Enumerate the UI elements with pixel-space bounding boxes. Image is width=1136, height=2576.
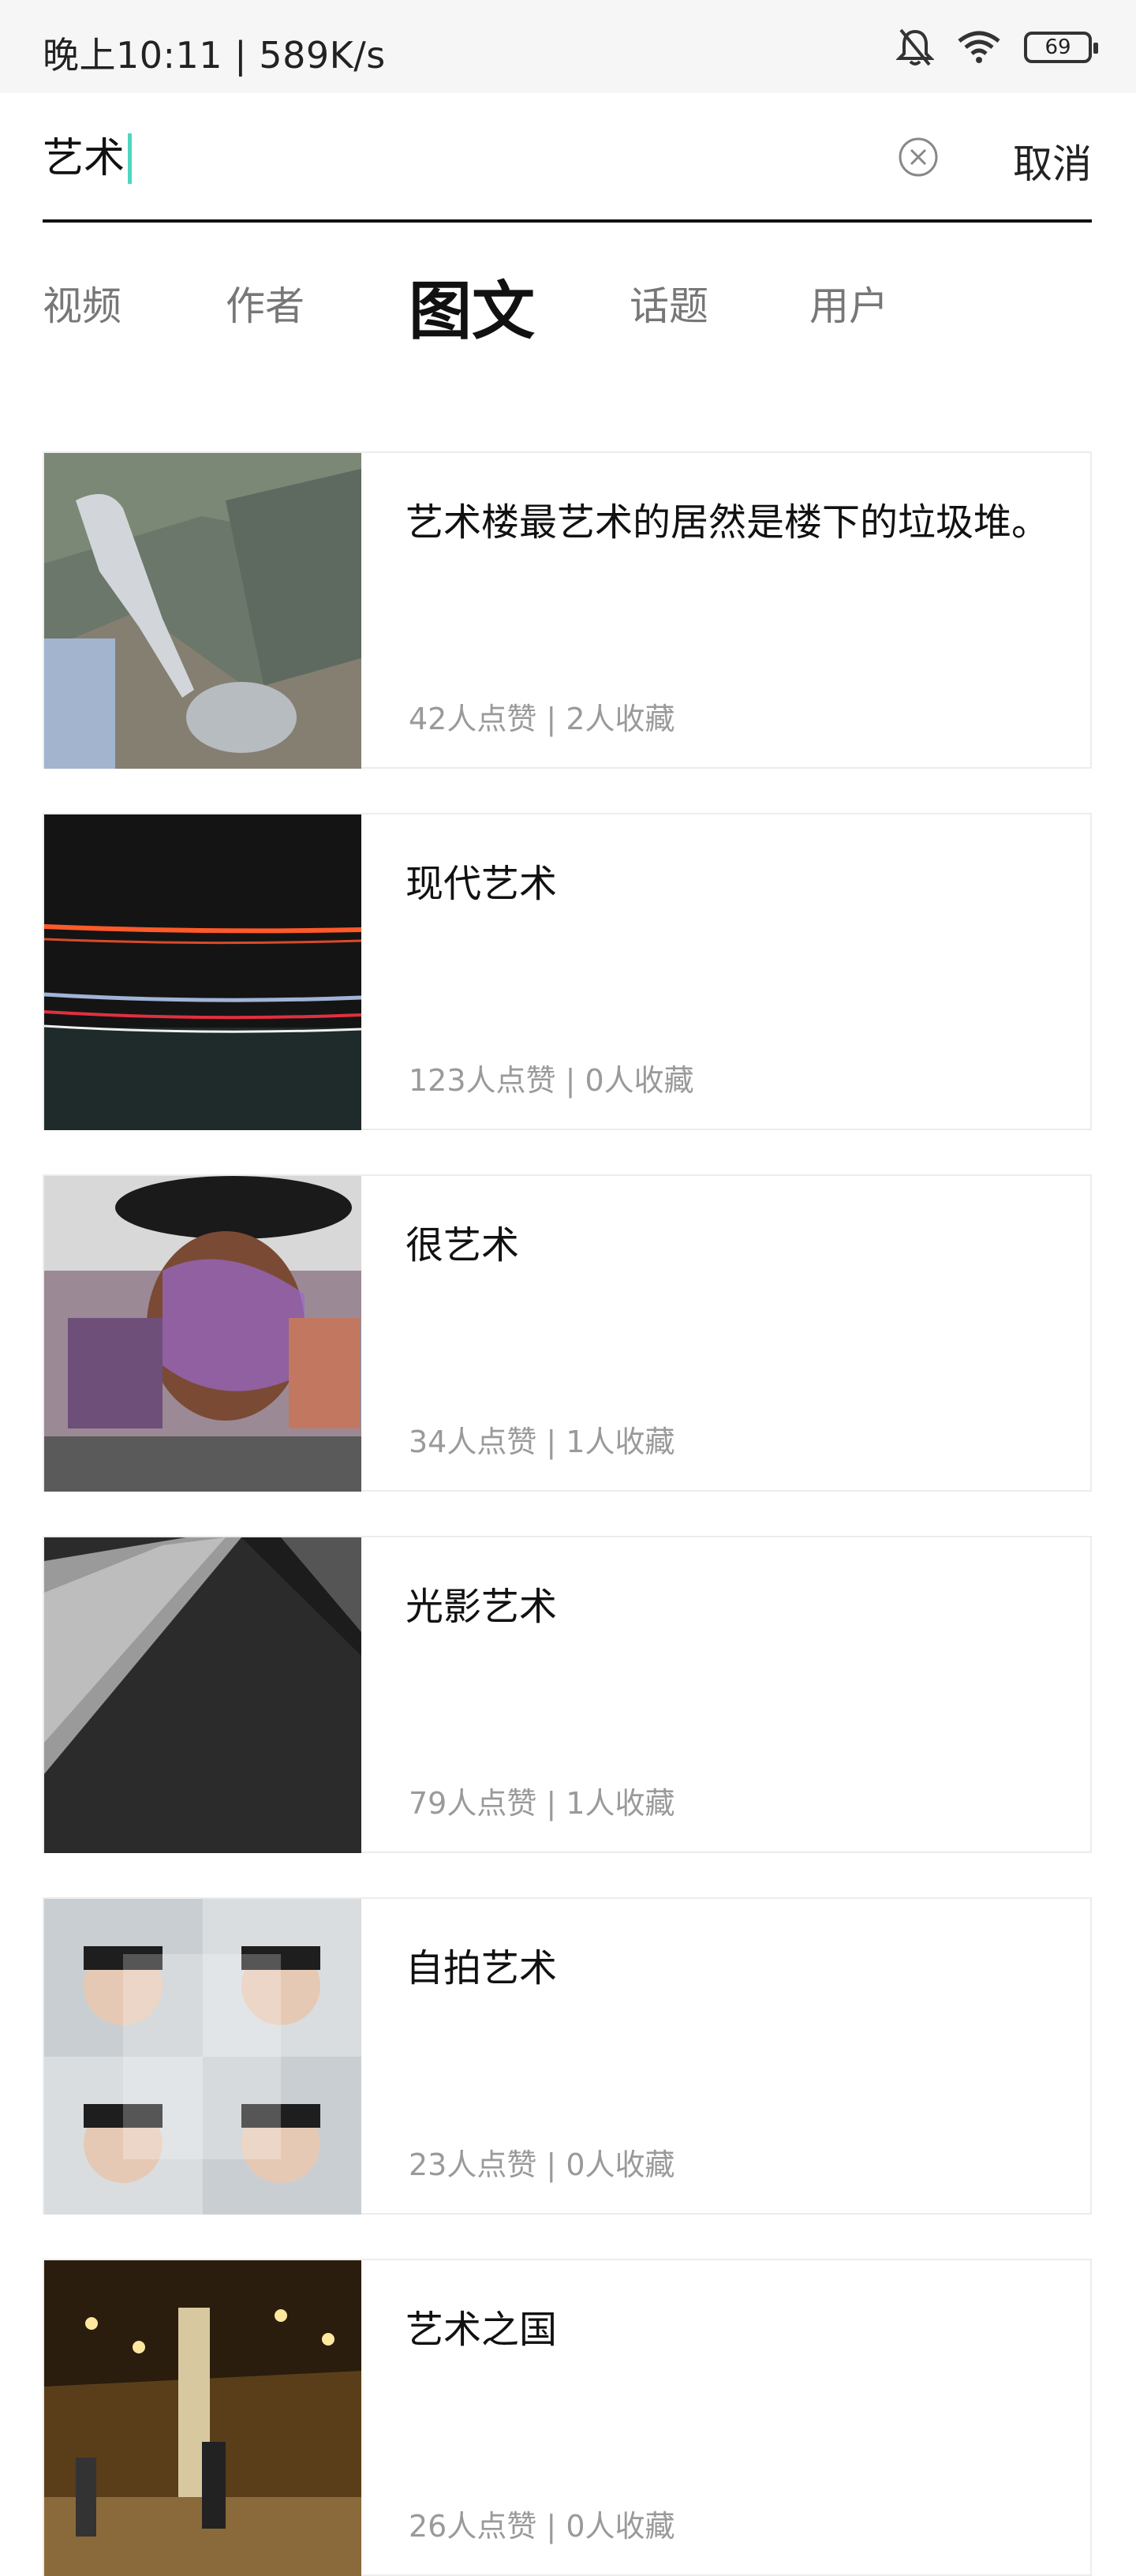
text-caret — [128, 133, 133, 184]
result-card[interactable]: 光影艺术 79人点赞 | 1人收藏 — [43, 1536, 1092, 1853]
status-icons: 69 — [896, 24, 1098, 71]
result-title: 很艺术 — [405, 1223, 520, 1267]
category-tabs: 视频 作者 图文 话题 用户 — [43, 260, 1092, 355]
cancel-button[interactable]: 取消 — [1013, 133, 1092, 189]
result-stats: 79人点赞 | 1人收藏 — [409, 1786, 675, 1821]
result-thumbnail — [44, 1176, 361, 1492]
result-stats: 42人点赞 | 2人收藏 — [409, 702, 675, 736]
result-card[interactable]: 艺术楼最艺术的居然是楼下的垃圾堆。 42人点赞 | 2人收藏 — [43, 451, 1092, 769]
multi-image-icon — [1018, 2502, 1057, 2538]
battery-icon: 69 — [1024, 32, 1098, 63]
result-title: 艺术楼最艺术的居然是楼下的垃圾堆。 — [405, 500, 1050, 545]
result-stats: 26人点赞 | 0人收藏 — [409, 2509, 675, 2544]
status-bar: 晚上10:11 | 589K/s 69 — [0, 0, 1136, 93]
tab-user[interactable]: 用户 — [809, 275, 888, 331]
result-title: 艺术之国 — [405, 2308, 558, 2352]
multi-image-icon — [1018, 1056, 1057, 1092]
result-title: 现代艺术 — [405, 862, 558, 906]
result-card[interactable]: 很艺术 34人点赞 | 1人收藏 — [43, 1174, 1092, 1492]
result-thumbnail — [44, 1899, 361, 2215]
result-title: 光影艺术 — [405, 1585, 558, 1629]
result-thumbnail — [44, 2260, 361, 2576]
result-stats: 123人点赞 | 0人收藏 — [409, 1063, 694, 1098]
result-card[interactable]: 艺术之国 26人点赞 | 0人收藏 — [43, 2259, 1092, 2576]
result-thumbnail — [44, 1537, 361, 1853]
battery-level: 69 — [1044, 36, 1071, 59]
multi-image-icon — [1018, 2140, 1057, 2177]
search-bar: 艺术 取消 — [43, 93, 1092, 223]
clear-circle-icon[interactable] — [897, 136, 940, 178]
tab-video[interactable]: 视频 — [43, 275, 121, 331]
tab-image-text[interactable]: 图文 — [409, 260, 535, 352]
search-input-value: 艺术 — [43, 135, 125, 182]
multi-image-icon — [1018, 1779, 1057, 1815]
result-thumbnail — [44, 453, 361, 769]
result-card[interactable]: 自拍艺术 23人点赞 | 0人收藏 — [43, 1897, 1092, 2215]
tab-author[interactable]: 作者 — [226, 275, 305, 331]
result-stats: 34人点赞 | 1人收藏 — [409, 1425, 675, 1459]
result-thumbnail — [44, 814, 361, 1130]
status-time-speed: 晚上10:11 | 589K/s — [43, 34, 386, 77]
result-card[interactable]: 现代艺术 123人点赞 | 0人收藏 — [43, 813, 1092, 1130]
bell-muted-icon — [896, 28, 934, 66]
search-input[interactable]: 艺术 — [43, 131, 133, 186]
result-title: 自拍艺术 — [405, 1946, 558, 1990]
result-stats: 23人点赞 | 0人收藏 — [409, 2147, 675, 2182]
tab-topic[interactable]: 话题 — [630, 275, 708, 331]
wifi-icon — [958, 31, 1000, 63]
